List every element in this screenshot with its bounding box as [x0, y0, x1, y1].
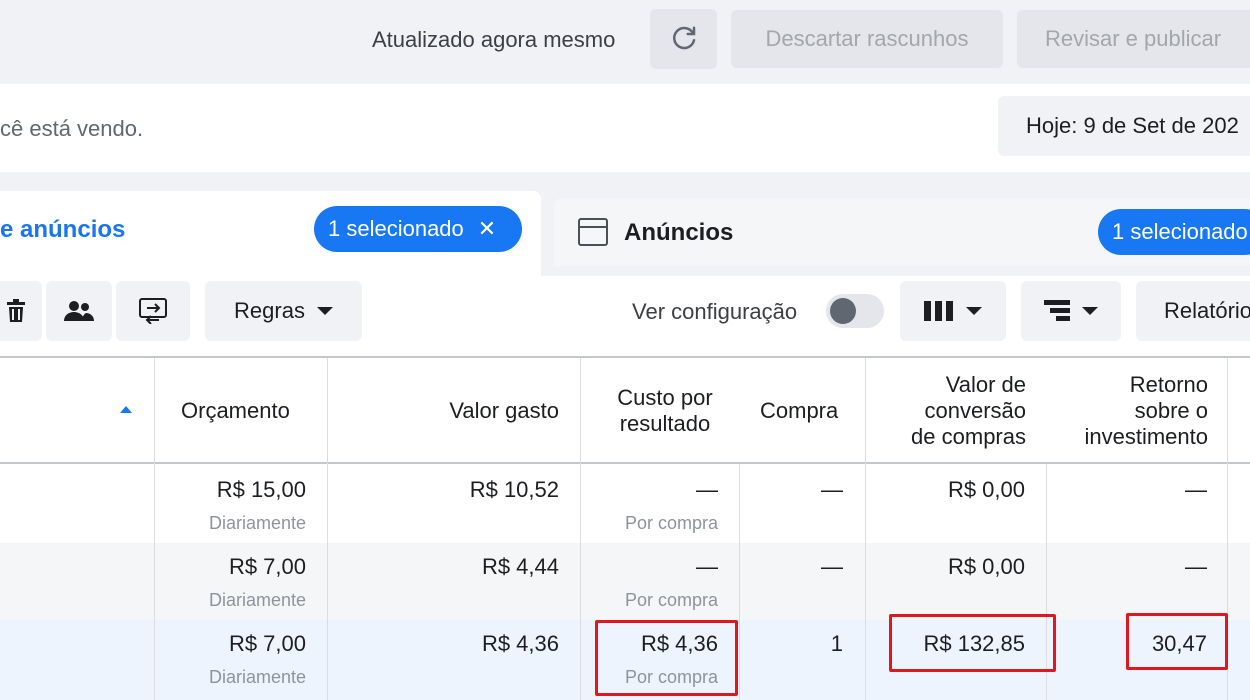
refresh-icon: [672, 26, 695, 50]
conversion-value: R$ 0,00: [947, 554, 1025, 579]
purchases-value: —: [821, 477, 843, 502]
table-top-border: [0, 356, 1250, 358]
roas-cell: —: [1050, 554, 1207, 580]
spent-value: R$ 4,36: [481, 631, 559, 656]
spent-value: R$ 10,52: [469, 477, 559, 502]
highlight-box-roas: [1126, 613, 1228, 670]
budget-value: R$ 7,00: [228, 631, 306, 656]
people-icon: [64, 301, 94, 321]
caret-down-icon: [1082, 307, 1098, 315]
adsets-selected-pill[interactable]: 1 selecionado ✕: [314, 206, 522, 252]
roas-value: —: [1185, 554, 1207, 579]
purchases-value: 1: [830, 631, 843, 656]
review-publish-button[interactable]: Revisar e publicar: [1017, 10, 1250, 68]
refresh-button[interactable]: [650, 9, 717, 69]
caret-down-icon: [316, 307, 333, 315]
tab-adsets-label: e anúncios: [0, 216, 126, 243]
ads-selected-label: 1 selecionado: [1112, 219, 1248, 244]
audience-button[interactable]: [46, 281, 112, 341]
budget-value: R$ 7,00: [228, 554, 306, 579]
columns-dropdown[interactable]: [900, 281, 1006, 341]
purchases-cell: 1: [745, 631, 843, 657]
purchases-value: —: [821, 554, 843, 579]
sort-asc-icon[interactable]: [120, 406, 132, 413]
conversion-value-cell: R$ 0,00: [870, 477, 1025, 503]
budget-cell: R$ 7,00 Diariamente: [160, 554, 306, 611]
col-divider: [154, 358, 155, 700]
header-spent[interactable]: Valor gasto: [400, 398, 559, 424]
budget-cell: R$ 7,00 Diariamente: [160, 631, 306, 688]
spent-value: R$ 4,44: [481, 554, 559, 579]
conversion-value: R$ 0,00: [947, 477, 1025, 502]
header-conv-line3: de compras: [911, 424, 1026, 449]
rules-label: Regras: [234, 298, 305, 323]
highlight-box-cpr: [595, 620, 738, 696]
col-divider: [327, 358, 328, 700]
budget-frequency: Diariamente: [208, 667, 306, 687]
cpr-value: —: [696, 477, 718, 502]
delete-button[interactable]: [0, 281, 42, 341]
budget-cell: R$ 15,00 Diariamente: [160, 477, 306, 534]
header-roas-line1: Retorno: [1129, 372, 1208, 397]
roas-value: —: [1185, 477, 1207, 502]
roas-cell: —: [1050, 477, 1207, 503]
cpr-cell: — Por compra: [590, 554, 718, 611]
tab-ads-label: Anúncios: [624, 219, 734, 246]
header-bottom-border: [0, 462, 1250, 464]
caret-down-icon: [966, 307, 982, 315]
ab-test-button[interactable]: [116, 281, 190, 341]
conversion-value-cell: R$ 0,00: [870, 554, 1025, 580]
cpr-unit: Por compra: [624, 590, 718, 610]
cpr-cell: — Por compra: [590, 477, 718, 534]
viewing-text: cê está vendo.: [0, 116, 144, 141]
adsets-selected-label: 1 selecionado: [328, 216, 464, 241]
purchases-cell: —: [745, 477, 843, 503]
breakdown-dropdown[interactable]: [1021, 281, 1121, 341]
header-purchases[interactable]: Compra: [760, 398, 845, 424]
header-budget[interactable]: Orçamento: [181, 398, 290, 424]
swap-icon: [139, 298, 167, 324]
col-divider: [580, 358, 581, 700]
budget-frequency: Diariamente: [208, 513, 306, 533]
header-roas[interactable]: Retorno sobre o investimento: [1060, 372, 1208, 450]
reports-label: Relatório: [1164, 298, 1250, 323]
header-roas-line3: investimento: [1084, 424, 1208, 449]
view-config-label: Ver configuração: [632, 299, 798, 324]
spent-cell: R$ 10,52: [340, 477, 559, 503]
header-cost-per-result[interactable]: Custo por resultado: [590, 385, 740, 437]
trash-icon: [7, 299, 25, 322]
toggle-knob: [830, 298, 856, 324]
header-cpr-line1: Custo por: [617, 385, 713, 410]
col-divider: [739, 464, 740, 700]
highlight-box-conversion: [889, 614, 1056, 672]
header-conv-line2: conversão: [924, 398, 1026, 423]
rules-dropdown[interactable]: Regras: [205, 281, 362, 341]
header-conv-line1: Valor de: [945, 372, 1026, 397]
spent-cell: R$ 4,44: [340, 554, 559, 580]
columns-icon: [924, 301, 953, 321]
header-conversion-value[interactable]: Valor de conversão de compras: [866, 372, 1026, 450]
header-cpr-line2: resultado: [619, 411, 711, 436]
purchases-cell: —: [745, 554, 843, 580]
reports-dropdown[interactable]: Relatório: [1136, 281, 1250, 341]
date-range-button[interactable]: Hoje: 9 de Set de 202: [998, 96, 1250, 156]
budget-value: R$ 15,00: [216, 477, 306, 502]
cpr-unit: Por compra: [624, 513, 718, 533]
spent-cell: R$ 4,36: [340, 631, 559, 657]
header-roas-line2: sobre o: [1134, 398, 1208, 423]
ads-selected-pill[interactable]: 1 selecionado: [1098, 209, 1250, 255]
ad-icon: [578, 218, 608, 246]
updated-status: Atualizado agora mesmo: [372, 27, 616, 52]
budget-frequency: Diariamente: [208, 590, 306, 610]
discard-drafts-button[interactable]: Descartar rascunhos: [731, 10, 1003, 68]
close-icon[interactable]: ✕: [478, 216, 496, 242]
cpr-value: —: [696, 554, 718, 579]
breakdown-icon: [1044, 300, 1070, 321]
